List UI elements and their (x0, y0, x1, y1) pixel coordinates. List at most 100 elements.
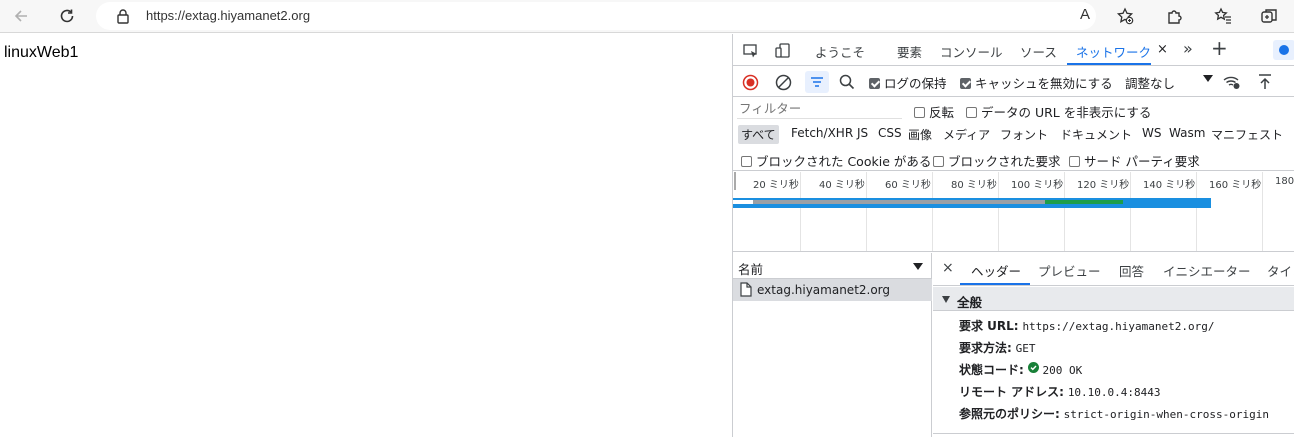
more-tabs-icon[interactable]: » (1183, 39, 1193, 58)
type-font[interactable]: フォント (997, 125, 1051, 144)
type-ws[interactable]: WS (1139, 125, 1164, 141)
blocked-requests-toggle[interactable]: ブロックされた要求 (933, 151, 1061, 170)
general-section-header[interactable]: 全般 (933, 287, 1294, 311)
extensions-button[interactable] (1160, 2, 1190, 30)
read-aloud-icon[interactable]: A (1080, 6, 1090, 23)
type-js[interactable]: JS (854, 125, 871, 141)
table-row[interactable]: extag.hiyamanet2.org (733, 279, 932, 301)
name-column-label: 名前 (738, 262, 764, 277)
tab-network[interactable]: ネットワーク (1076, 42, 1151, 61)
collections-button[interactable] (1208, 2, 1238, 30)
tab-initiator[interactable]: イニシエーター (1163, 261, 1251, 280)
back-button[interactable] (6, 2, 36, 30)
filter-toggle-button[interactable] (805, 71, 829, 93)
tab-welcome[interactable]: ようこそ (815, 42, 865, 61)
request-bar (733, 198, 1211, 208)
third-party-checkbox[interactable] (1069, 156, 1080, 167)
lock-icon (117, 9, 129, 24)
add-tab-icon[interactable]: + (1211, 36, 1228, 60)
hide-data-urls-checkbox[interactable] (966, 107, 977, 118)
tab-sources[interactable]: ソース (1020, 42, 1057, 61)
header-key: 参照元のポリシー: (959, 407, 1060, 421)
close-details-icon[interactable]: × (942, 260, 954, 276)
throttle-select[interactable]: 調整なし (1121, 70, 1215, 92)
devtools-panel: ようこそ 要素 コンソール ソース ネットワーク × » + ログの保持 キャッ… (732, 34, 1294, 437)
reload-button[interactable] (52, 2, 82, 30)
type-all[interactable]: すべて (738, 125, 779, 144)
close-network-tab-icon[interactable]: × (1157, 42, 1168, 57)
detail-tab-bar: × ヘッダー プレビュー 回答 イニシエーター タイミ (933, 253, 1294, 286)
feedback-icon[interactable] (1273, 40, 1294, 60)
disable-cache-toggle[interactable]: キャッシュを無効にする (960, 73, 1113, 92)
type-media[interactable]: メディア (940, 125, 993, 144)
filter-row: 反転 データの URL を非表示にする (733, 97, 1294, 121)
url-text[interactable]: https://extag.hiyamanet2.org (146, 8, 310, 23)
invert-checkbox[interactable] (914, 107, 925, 118)
section-divider (933, 433, 1294, 434)
hide-data-urls-toggle[interactable]: データの URL を非表示にする (966, 102, 1151, 121)
tab-console[interactable]: コンソール (940, 42, 1003, 61)
puzzle-icon (1168, 10, 1182, 24)
disable-cache-label: キャッシュを無効にする (974, 76, 1113, 91)
blocked-requests-checkbox[interactable] (933, 156, 944, 167)
device-toolbar-icon[interactable] (775, 43, 791, 59)
tick-line (866, 172, 867, 251)
tick-label: 140 ミリ秒 (1143, 180, 1196, 191)
tick-line (1196, 172, 1197, 251)
import-har-icon[interactable] (1257, 73, 1273, 91)
record-icon[interactable] (742, 74, 759, 91)
inspect-icon[interactable] (743, 43, 759, 59)
type-wasm[interactable]: Wasm (1166, 125, 1208, 141)
tab-timing[interactable]: タイミ (1267, 261, 1294, 280)
tick-line (1130, 172, 1131, 251)
header-key: 要求方法: (959, 341, 1012, 355)
requests-area: 名前 extag.hiyamanet2.org × ヘッダー プレビュー 回答 … (733, 253, 1294, 437)
network-conditions-icon[interactable] (1223, 74, 1241, 90)
reload-icon (60, 9, 74, 23)
clear-icon[interactable] (775, 74, 792, 91)
header-value: 10.10.0.4:8443 (1067, 386, 1161, 399)
throttle-value: 調整なし (1125, 76, 1176, 91)
preserve-log-checkbox[interactable] (869, 78, 880, 89)
tab-preview[interactable]: プレビュー (1038, 261, 1101, 280)
blocked-cookies-label: ブロックされた Cookie がある (755, 154, 932, 169)
type-fetch-xhr[interactable]: Fetch/XHR (788, 125, 856, 141)
tab-response[interactable]: 回答 (1119, 261, 1144, 280)
type-img[interactable]: 画像 (905, 125, 935, 144)
type-doc[interactable]: ドキュメント (1057, 125, 1135, 144)
tick-label: 180 (1275, 176, 1294, 187)
request-bar-waiting (733, 200, 753, 204)
blocked-filter-row: ブロックされた Cookie がある ブロックされた要求 サード パーティ要求 (733, 147, 1294, 171)
blocked-cookies-toggle[interactable]: ブロックされた Cookie がある (741, 151, 931, 170)
search-icon[interactable] (839, 74, 855, 90)
star-list-icon (1214, 7, 1231, 24)
header-row-status-code: 状態コード: 200 OK (959, 361, 1082, 378)
address-bar[interactable]: https://extag.hiyamanet2.org A (96, 2, 1096, 30)
invert-toggle[interactable]: 反転 (914, 102, 954, 121)
collapse-triangle-icon (942, 296, 950, 303)
tab-actions-button[interactable] (1254, 2, 1284, 30)
request-details: × ヘッダー プレビュー 回答 イニシエーター タイミ 全般 要求 URL: h… (933, 253, 1294, 437)
document-icon (740, 282, 752, 297)
tab-elements[interactable]: 要素 (897, 42, 922, 61)
name-column-header[interactable]: 名前 (733, 253, 932, 279)
preserve-log-label: ログの保持 (883, 76, 947, 91)
filter-input[interactable] (737, 99, 902, 119)
header-value: https://extag.hiyamanet2.org/ (1022, 320, 1215, 333)
chevron-down-icon (1203, 75, 1213, 82)
third-party-toggle[interactable]: サード パーティ要求 (1069, 151, 1200, 170)
favorites-button[interactable] (1110, 2, 1140, 30)
type-css[interactable]: CSS (875, 125, 905, 141)
overview-timeline[interactable]: 20 ミリ秒 40 ミリ秒 60 ミリ秒 80 ミリ秒 100 ミリ秒 120 … (733, 172, 1294, 252)
tab-headers[interactable]: ヘッダー (971, 261, 1021, 280)
tick-label: 60 ミリ秒 (885, 180, 931, 191)
tick-label: 40 ミリ秒 (819, 180, 865, 191)
header-row-request-url: 要求 URL: https://extag.hiyamanet2.org/ (959, 317, 1215, 334)
blocked-cookies-checkbox[interactable] (741, 156, 752, 167)
type-manifest[interactable]: マニフェスト (1208, 125, 1286, 144)
request-list: 名前 extag.hiyamanet2.org (733, 253, 932, 437)
disable-cache-checkbox[interactable] (960, 78, 971, 89)
preserve-log-toggle[interactable]: ログの保持 (869, 73, 947, 92)
tick-line (800, 172, 801, 251)
resource-type-filter: すべて Fetch/XHR JS CSS 画像 メディア フォント ドキュメント… (733, 122, 1294, 146)
